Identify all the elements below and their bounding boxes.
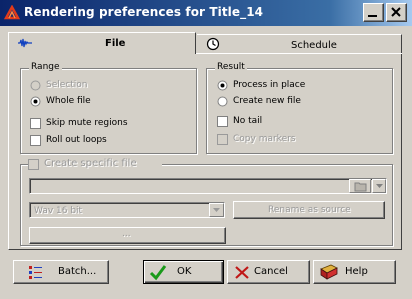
create-specific-file-label: Create specific file	[44, 158, 137, 169]
skip-mute-regions-checkbox[interactable]: Skip mute regions	[30, 118, 170, 130]
browse-folder-button[interactable]	[349, 179, 371, 193]
checkmark-icon	[149, 265, 167, 281]
chevron-down-icon	[213, 208, 220, 212]
radio-unchecked-icon	[30, 80, 41, 91]
minimize-button[interactable]	[363, 3, 384, 22]
format-options-button[interactable]: ...	[29, 227, 226, 244]
rename-as-source-label: Rename as source	[268, 205, 351, 215]
chevron-down-icon	[376, 184, 383, 188]
no-tail-checkbox[interactable]: No tail	[217, 116, 357, 128]
file-path-field[interactable]	[29, 178, 387, 194]
tab-file-label: File	[105, 38, 126, 49]
browse-dropdown-button[interactable]	[372, 179, 386, 193]
checkbox-icon	[217, 116, 228, 127]
batch-list-icon	[29, 266, 42, 279]
radio-unchecked-icon	[217, 96, 228, 107]
format-select[interactable]: Wav 16 bit	[29, 202, 225, 218]
selection-radio[interactable]: Selection	[30, 80, 150, 92]
result-group-title: Result	[215, 62, 247, 72]
radio-checked-icon	[30, 96, 41, 107]
rename-as-source-button[interactable]: Rename as source	[233, 201, 385, 219]
close-icon	[391, 7, 401, 17]
title-bar[interactable]: Rendering preferences for Title_14	[0, 0, 412, 26]
format-value: Wav 16 bit	[34, 206, 83, 216]
help-label: Help	[345, 266, 368, 277]
checkbox-icon	[28, 159, 39, 170]
ok-label: OK	[177, 266, 192, 277]
range-group-title: Range	[29, 62, 62, 72]
process-in-place-label: Process in place	[233, 80, 306, 90]
ok-button[interactable]: OK	[143, 260, 224, 284]
process-in-place-radio[interactable]: Process in place	[217, 80, 357, 92]
cancel-label: Cancel	[254, 266, 288, 277]
format-dropdown-button[interactable]	[209, 203, 224, 217]
create-new-file-label: Create new file	[233, 96, 301, 106]
minimize-icon	[368, 15, 377, 17]
batch-label: Batch...	[58, 266, 97, 277]
cancel-x-icon	[235, 266, 249, 279]
help-book-icon	[320, 264, 338, 280]
skip-mute-regions-label: Skip mute regions	[46, 118, 128, 128]
app-icon	[4, 5, 20, 20]
window-title: Rendering preferences for Title_14	[24, 5, 264, 19]
copy-markers-label: Copy markers	[233, 134, 296, 144]
checkbox-icon	[30, 135, 41, 146]
roll-out-loops-checkbox[interactable]: Roll out loops	[30, 135, 150, 147]
radio-checked-icon	[217, 80, 228, 91]
waveform-icon	[18, 38, 32, 48]
cancel-button[interactable]: Cancel	[227, 260, 310, 284]
whole-file-label: Whole file	[46, 96, 91, 106]
format-options-label: ...	[122, 229, 131, 239]
close-button[interactable]	[386, 3, 407, 22]
selection-label: Selection	[46, 80, 88, 90]
no-tail-label: No tail	[233, 116, 263, 126]
clock-icon	[206, 37, 220, 51]
help-button[interactable]: Help	[313, 260, 396, 284]
create-specific-file-checkbox[interactable]: Create specific file	[28, 158, 162, 171]
tab-schedule-label: Schedule	[291, 40, 337, 51]
folder-icon	[354, 182, 367, 192]
tab-file[interactable]: File	[8, 32, 196, 54]
checkbox-icon	[30, 118, 41, 129]
copy-markers-checkbox[interactable]: Copy markers	[217, 134, 357, 146]
whole-file-radio[interactable]: Whole file	[30, 96, 150, 108]
create-new-file-radio[interactable]: Create new file	[217, 96, 357, 108]
checkbox-icon	[217, 134, 228, 145]
tab-schedule[interactable]: Schedule	[197, 34, 402, 54]
roll-out-loops-label: Roll out loops	[46, 135, 107, 145]
batch-button[interactable]: Batch...	[13, 260, 109, 284]
